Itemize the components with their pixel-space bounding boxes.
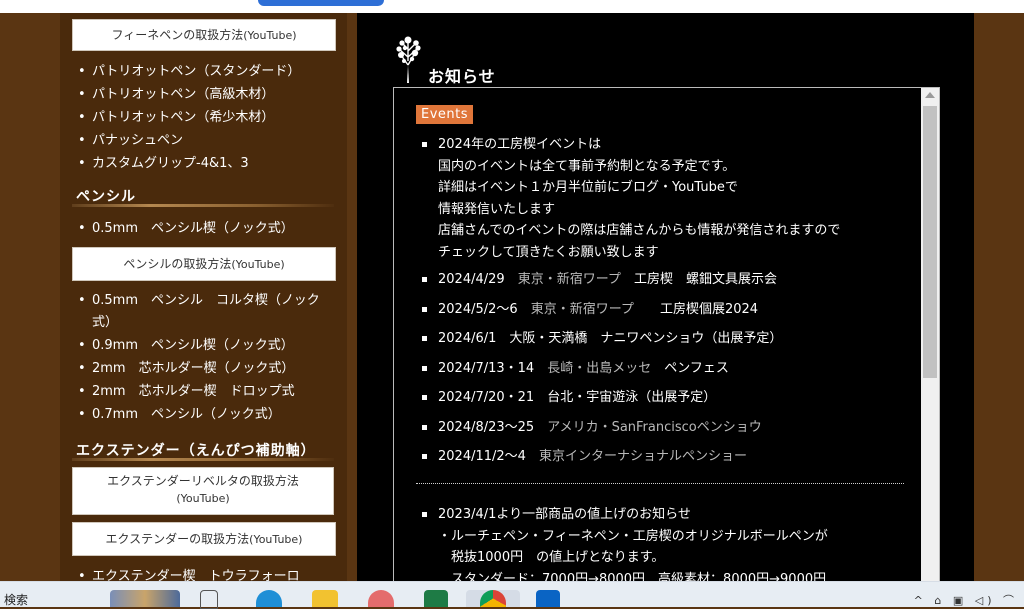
intro-line: 国内のイベントは全て事前予約制となる予定です。 <box>438 158 736 174</box>
browser-top-strip <box>0 0 1024 13</box>
price-notice: 2023/4/1より一部商品の値上げのお知らせ ・ルーチェペン・フィーネペン・工… <box>418 504 918 588</box>
sidebar-link[interactable]: 0.9mm ペンシル楔（ノック式） <box>76 334 328 357</box>
event-date: 2024/4/29 <box>438 272 505 287</box>
outlook-icon[interactable] <box>536 590 560 607</box>
event-place: 東京・新宿ワープ <box>517 272 621 287</box>
button-sub: (YouTube) <box>243 29 297 42</box>
event-item: 2024/7/13・14 長崎・出島メッセ ペンフェス <box>418 359 918 378</box>
events-intro: 2024年の工房楔イベントは 国内のイベントは全て事前予約制となる予定です。 詳… <box>418 134 918 263</box>
edge-icon[interactable] <box>256 590 282 607</box>
taskbar-search[interactable]: 検索 <box>4 591 28 608</box>
category-label: エクステンダー（えんぴつ補助軸） <box>76 443 316 459</box>
sidebar: フィーネペンの取扱方法(YouTube) パトリオットペン（スタンダード） パト… <box>60 13 347 588</box>
scrollbar[interactable] <box>921 88 939 588</box>
category-heading-pencil: ペンシル <box>72 185 334 209</box>
button-sub: (YouTube) <box>249 533 303 546</box>
notice-line: 2023/4/1より一部商品の値上げのお知らせ <box>438 507 691 522</box>
sidebar-link[interactable]: カスタムグリップ-4&1、3 <box>76 152 300 175</box>
sidebar-link[interactable]: 2mm 芯ホルダー楔（ノック式） <box>76 357 328 380</box>
news-scroll-panel[interactable]: Events 2024年の工房楔イベントは 国内のイベントは全て事前予約制となる… <box>393 87 940 589</box>
sidebar-link[interactable]: 2mm 芯ホルダー楔 ドロップ式 <box>76 380 328 403</box>
button-label: エクステンダーリベルタの取扱方法 <box>107 474 299 488</box>
button-label: ペンシルの取扱方法 <box>123 257 232 271</box>
event-place: アメリカ・SanFranciscoペンショウ <box>547 419 762 435</box>
event-date: 2024/6/1 <box>438 331 497 346</box>
event-date: 2024/11/2～4 <box>438 449 526 464</box>
pencil-howto-button[interactable]: ペンシルの取扱方法(YouTube) <box>72 247 336 281</box>
fine-pen-howto-button[interactable]: フィーネペンの取扱方法(YouTube) <box>72 19 336 51</box>
price-notice-list: 2023/4/1より一部商品の値上げのお知らせ ・ルーチェペン・フィーネペン・工… <box>418 504 918 588</box>
castle-image-icon[interactable] <box>110 590 180 607</box>
event-name: 工房楔個展2024 <box>659 301 759 317</box>
event-name: ペンフェス <box>664 360 729 376</box>
news-title: お知らせ <box>428 67 496 86</box>
event-name: 大阪・天満橋 ナニワペンショウ（出展予定） <box>509 331 783 346</box>
scrollbar-thumb[interactable] <box>923 106 937 378</box>
sidebar-link[interactable]: パトリオットペン（スタンダード） <box>76 60 300 83</box>
intro-line: チェックして頂きたくお願い致します <box>438 244 659 260</box>
intro-line: 店舗さんでのイベントの際は店舗さんからも情報が発信されますので <box>438 223 841 238</box>
button-label: フィーネペンの取扱方法 <box>111 28 244 42</box>
notice-line: 税抜1000円 の値上げとなります。 <box>438 550 665 565</box>
event-place: 長崎・出島メッセ <box>547 360 652 376</box>
button-label: エクステンダーの取扱方法 <box>105 532 250 546</box>
event-date: 2024/7/20・21 <box>438 390 535 405</box>
tree-icon <box>396 36 421 83</box>
event-item: 2024/5/2～6 東京・新宿ワープ 工房楔個展2024 <box>418 300 918 319</box>
extender-howto-button[interactable]: エクステンダーの取扱方法(YouTube) <box>72 522 336 556</box>
event-place: 東京・新宿ワープ <box>530 301 647 317</box>
sidebar-link[interactable]: 0.5mm ペンシル楔（ノック式） <box>76 217 294 240</box>
events-list: 2024年の工房楔イベントは 国内のイベントは全て事前予約制となる予定です。 詳… <box>418 134 918 477</box>
event-item: 2024/11/2～4 東京インターナショナルペンショー <box>418 447 918 466</box>
category-underline <box>72 204 334 207</box>
intro-line: 詳細はイベント１か月半位前にブログ・YouTubeで <box>438 180 738 195</box>
paint-icon[interactable] <box>368 590 394 607</box>
event-place: 東京インターナショナルペンショー <box>538 449 747 464</box>
sidebar-link[interactable]: パトリオットペン（希少木材） <box>76 106 300 129</box>
intro-line: 情報発信いたします <box>438 201 556 217</box>
event-name: 台北・宇宙遊泳（出展予定） <box>547 390 717 405</box>
sidebar-link[interactable]: パナッシュペン <box>76 129 300 152</box>
notice-line: ・ルーチェペン・フィーネペン・工房楔のオリジナルボールペンが <box>438 528 828 544</box>
event-item: 2024/6/1 大阪・天満橋 ナニワペンショウ（出展予定） <box>418 329 918 348</box>
event-date: 2024/7/13・14 <box>438 360 535 376</box>
category-underline <box>72 458 334 461</box>
sidebar-link[interactable]: 0.7mm ペンシル（ノック式） <box>76 403 328 426</box>
excel-icon[interactable] <box>424 590 448 607</box>
event-item: 2024/4/29 東京・新宿ワープ 工房楔 螺鈿文具展示会 <box>418 270 918 289</box>
event-date: 2024/5/2～6 <box>438 301 518 317</box>
scroll-up-icon[interactable] <box>925 92 935 98</box>
event-date: 2024/8/23～25 <box>438 419 535 435</box>
event-name: 工房楔 螺鈿文具展示会 <box>633 272 777 287</box>
category-label: ペンシル <box>76 189 136 205</box>
event-item: 2024/8/23～25 アメリカ・SanFranciscoペンショウ <box>418 418 918 437</box>
main-content: お知らせ Events 2024年の工房楔イベントは 国内のイベントは全て事前予… <box>357 13 974 589</box>
events-badge: Events <box>416 105 474 124</box>
intro-line: 2024年の工房楔イベントは <box>438 137 602 152</box>
pencil-list-b: 0.5mm ペンシル コルタ楔（ノック式） 0.9mm ペンシル楔（ノック式） … <box>76 290 328 426</box>
folder-icon[interactable] <box>312 590 338 607</box>
extender-revelta-howto-button[interactable]: エクステンダーリベルタの取扱方法 (YouTube) <box>72 467 334 515</box>
dotted-separator <box>416 483 904 484</box>
sidebar-link[interactable]: 0.5mm ペンシル コルタ楔（ノック式） <box>76 290 328 334</box>
category-heading-extender: エクステンダー（えんぴつ補助軸） <box>72 439 334 463</box>
button-sub: (YouTube) <box>231 258 285 271</box>
taskbar: 検索 ^ ⌂ ▣ ◁) ⌒ <box>0 581 1024 609</box>
browser-tab-indicator[interactable] <box>258 0 384 6</box>
pen-list: パトリオットペン（スタンダード） パトリオットペン（高級木材） パトリオットペン… <box>76 60 300 175</box>
sidebar-link[interactable]: パトリオットペン（高級木材） <box>76 83 300 106</box>
event-item: 2024/7/20・21 台北・宇宙遊泳（出展予定） <box>418 388 918 407</box>
task-view-icon[interactable] <box>200 590 218 609</box>
pencil-list-a: 0.5mm ペンシル楔（ノック式） <box>76 217 294 240</box>
button-sub: (YouTube) <box>176 492 230 505</box>
